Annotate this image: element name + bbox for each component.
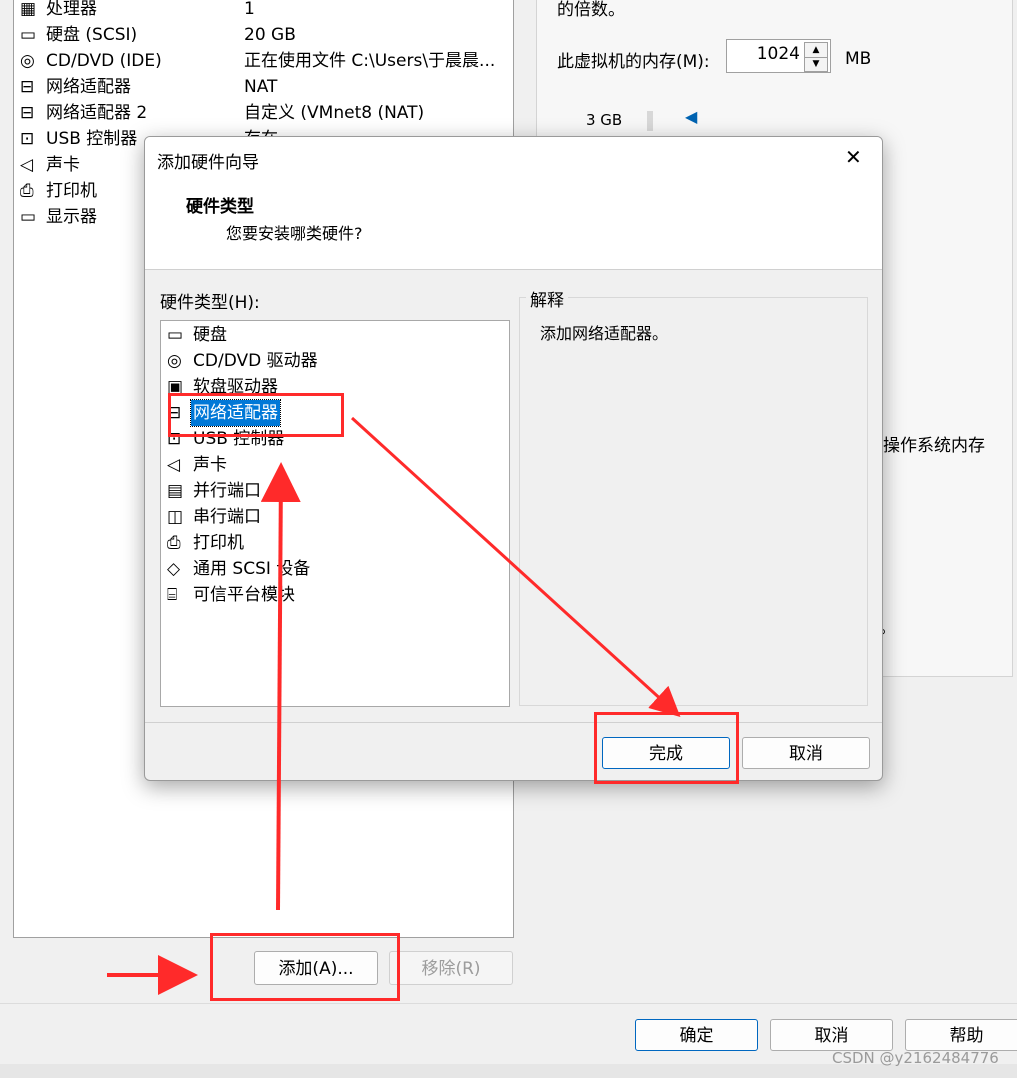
arrow-to-finish — [350, 416, 681, 718]
arrow-up-to-list — [260, 462, 301, 911]
watermark: CSDN @y2162484776 — [832, 1049, 999, 1067]
annotation-arrows — [107, 416, 681, 995]
